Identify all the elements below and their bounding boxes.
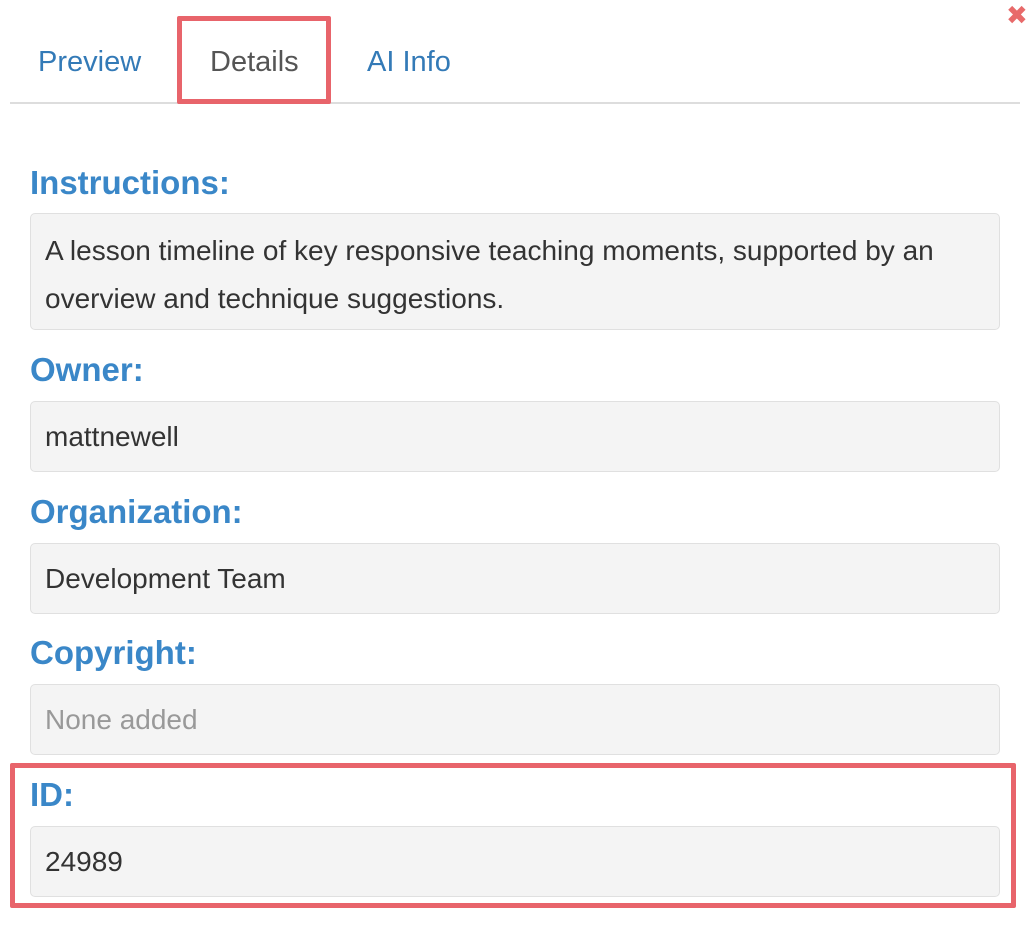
copyright-label: Copyright: <box>30 634 197 671</box>
tab-bar: Preview Details AI Info <box>10 0 1020 104</box>
id-label: ID: <box>30 776 74 813</box>
instructions-label: Instructions: <box>30 164 230 201</box>
owner-label: Owner: <box>30 351 144 388</box>
organization-field: Development Team <box>30 543 1000 614</box>
copyright-field: None added <box>30 684 1000 755</box>
instructions-field: A lesson timeline of key responsive teac… <box>30 213 1000 330</box>
id-field: 24989 <box>30 826 1000 897</box>
details-tab-highlight <box>177 16 331 104</box>
tab-ai-info[interactable]: AI Info <box>367 44 451 80</box>
owner-field: mattnewell <box>30 401 1000 472</box>
tab-preview[interactable]: Preview <box>38 44 141 80</box>
organization-label: Organization: <box>30 493 243 530</box>
